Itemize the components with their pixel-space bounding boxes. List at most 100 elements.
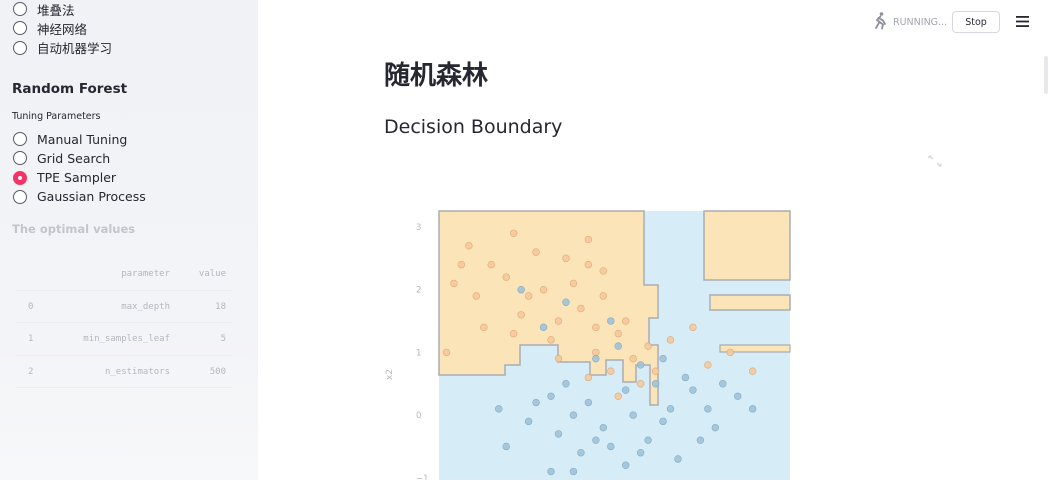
radio-unselected-icon[interactable]	[13, 132, 27, 146]
class1-point	[524, 417, 533, 426]
algorithm-option[interactable]: 堆叠法	[13, 0, 75, 18]
class1-point	[517, 285, 525, 294]
running-status: RUNNING...	[893, 17, 948, 28]
class0-point	[554, 317, 563, 325]
tuning-option[interactable]: TPE Sampler	[13, 169, 116, 187]
class0-point	[480, 323, 488, 332]
class0-point	[532, 248, 540, 256]
y-tick-label: 2	[416, 286, 421, 296]
class0-point	[592, 323, 600, 332]
class1-point	[704, 405, 712, 413]
radio-label: 堆叠法	[37, 2, 75, 18]
class1-point	[674, 455, 682, 463]
class0-region-right-strip	[709, 294, 791, 311]
class0-point	[554, 354, 563, 363]
class0-point	[442, 348, 451, 357]
class0-point	[569, 279, 578, 288]
table-cell: 1	[28, 334, 34, 344]
class1-point	[532, 398, 540, 407]
tuning-option[interactable]: Grid Search	[13, 149, 110, 167]
page-title: 随机森林	[384, 61, 489, 91]
class1-point	[651, 380, 660, 388]
class0-point	[517, 311, 525, 319]
algorithm-option[interactable]: 自动机器学习	[13, 39, 112, 57]
class0-point	[599, 292, 607, 300]
column-header: parameter	[121, 269, 170, 279]
y-tick-label: 3	[416, 223, 421, 233]
class0-region-upper-right	[703, 210, 791, 281]
class1-point	[614, 342, 622, 350]
table-cell: min_samples_leaf	[83, 334, 170, 344]
hamburger-menu-icon[interactable]	[1014, 13, 1031, 30]
class1-point	[681, 373, 690, 382]
class0-point	[607, 367, 615, 375]
radio-unselected-icon[interactable]	[13, 2, 27, 16]
class0-point	[509, 229, 518, 237]
table-cell: 0	[28, 301, 34, 312]
optimal-values-title: The optimal values	[12, 222, 136, 236]
class0-point	[644, 342, 652, 350]
class1-point	[607, 317, 615, 325]
class1-point	[659, 354, 667, 363]
table-cell: 18	[215, 301, 226, 312]
class1-point	[569, 411, 578, 419]
optimal-values-table: parameter value 0 max_depth 18 1 min_samples_l…	[16, 258, 232, 388]
radio-unselected-icon[interactable]	[13, 21, 27, 36]
class1-point	[592, 354, 600, 363]
table-cell: 2	[28, 366, 34, 377]
class1-point	[599, 423, 607, 432]
class0-point	[547, 336, 555, 344]
radio-label: 神经网络	[37, 21, 88, 37]
class0-point	[592, 348, 600, 357]
class0-point	[562, 254, 570, 263]
class0-point	[614, 392, 622, 400]
class0-point	[704, 361, 712, 369]
tuning-option[interactable]: Manual Tuning	[13, 130, 127, 148]
y-axis-label: x2	[385, 369, 395, 380]
stop-button[interactable]: Stop	[952, 11, 1000, 33]
tuning-caption: Tuning Parameters	[12, 111, 101, 122]
radio-label: 自动机器学习	[37, 41, 113, 57]
class1-point	[689, 386, 697, 394]
class1-point	[644, 436, 652, 444]
radio-selected-icon[interactable]	[13, 170, 27, 185]
radio-unselected-icon[interactable]	[13, 189, 27, 204]
class1-point	[711, 423, 720, 432]
class1-point	[666, 405, 675, 413]
class1-point	[719, 380, 727, 388]
scrollbar[interactable]	[1044, 56, 1048, 94]
decision-boundary-chart: 3 2 1 0 −1 x2	[380, 200, 840, 484]
class1-point	[495, 405, 503, 413]
class1-point	[622, 461, 630, 469]
class0-point	[577, 304, 585, 313]
class0-point	[539, 285, 548, 294]
class0-point	[472, 292, 481, 300]
class0-point	[689, 323, 697, 332]
radio-unselected-icon[interactable]	[13, 151, 27, 166]
class1-point	[547, 467, 555, 476]
class0-point	[584, 260, 593, 269]
radio-unselected-icon[interactable]	[13, 40, 27, 55]
class0-point	[487, 260, 495, 269]
algorithm-option[interactable]: 神经网络	[13, 19, 87, 37]
chart-svg: 3 2 1 0 −1 x2	[385, 210, 791, 484]
class1-point	[554, 430, 563, 438]
radio-label: TPE Sampler	[37, 170, 117, 186]
class0-point	[502, 273, 510, 281]
y-tick-label: −1	[416, 474, 429, 480]
class0-point	[622, 317, 630, 325]
table-row: 0 max_depth 18	[16, 291, 232, 323]
class0-point	[614, 329, 622, 338]
column-header: value	[198, 269, 226, 279]
running-person-icon	[875, 12, 886, 30]
class0-point	[465, 242, 473, 250]
class1-point	[577, 449, 585, 457]
class1-point	[696, 436, 705, 444]
table-row: 1 min_samples_leaf 5	[16, 323, 232, 356]
class1-point	[562, 380, 570, 388]
fullscreen-icon[interactable]	[928, 155, 942, 167]
tuning-option[interactable]: Gaussian Process	[13, 188, 146, 206]
class0-point	[636, 380, 645, 388]
sidebar: 堆叠法 神经网络 自动机器学习 Random Forest Tuning Param…	[0, 0, 258, 480]
class1-point	[622, 386, 630, 394]
